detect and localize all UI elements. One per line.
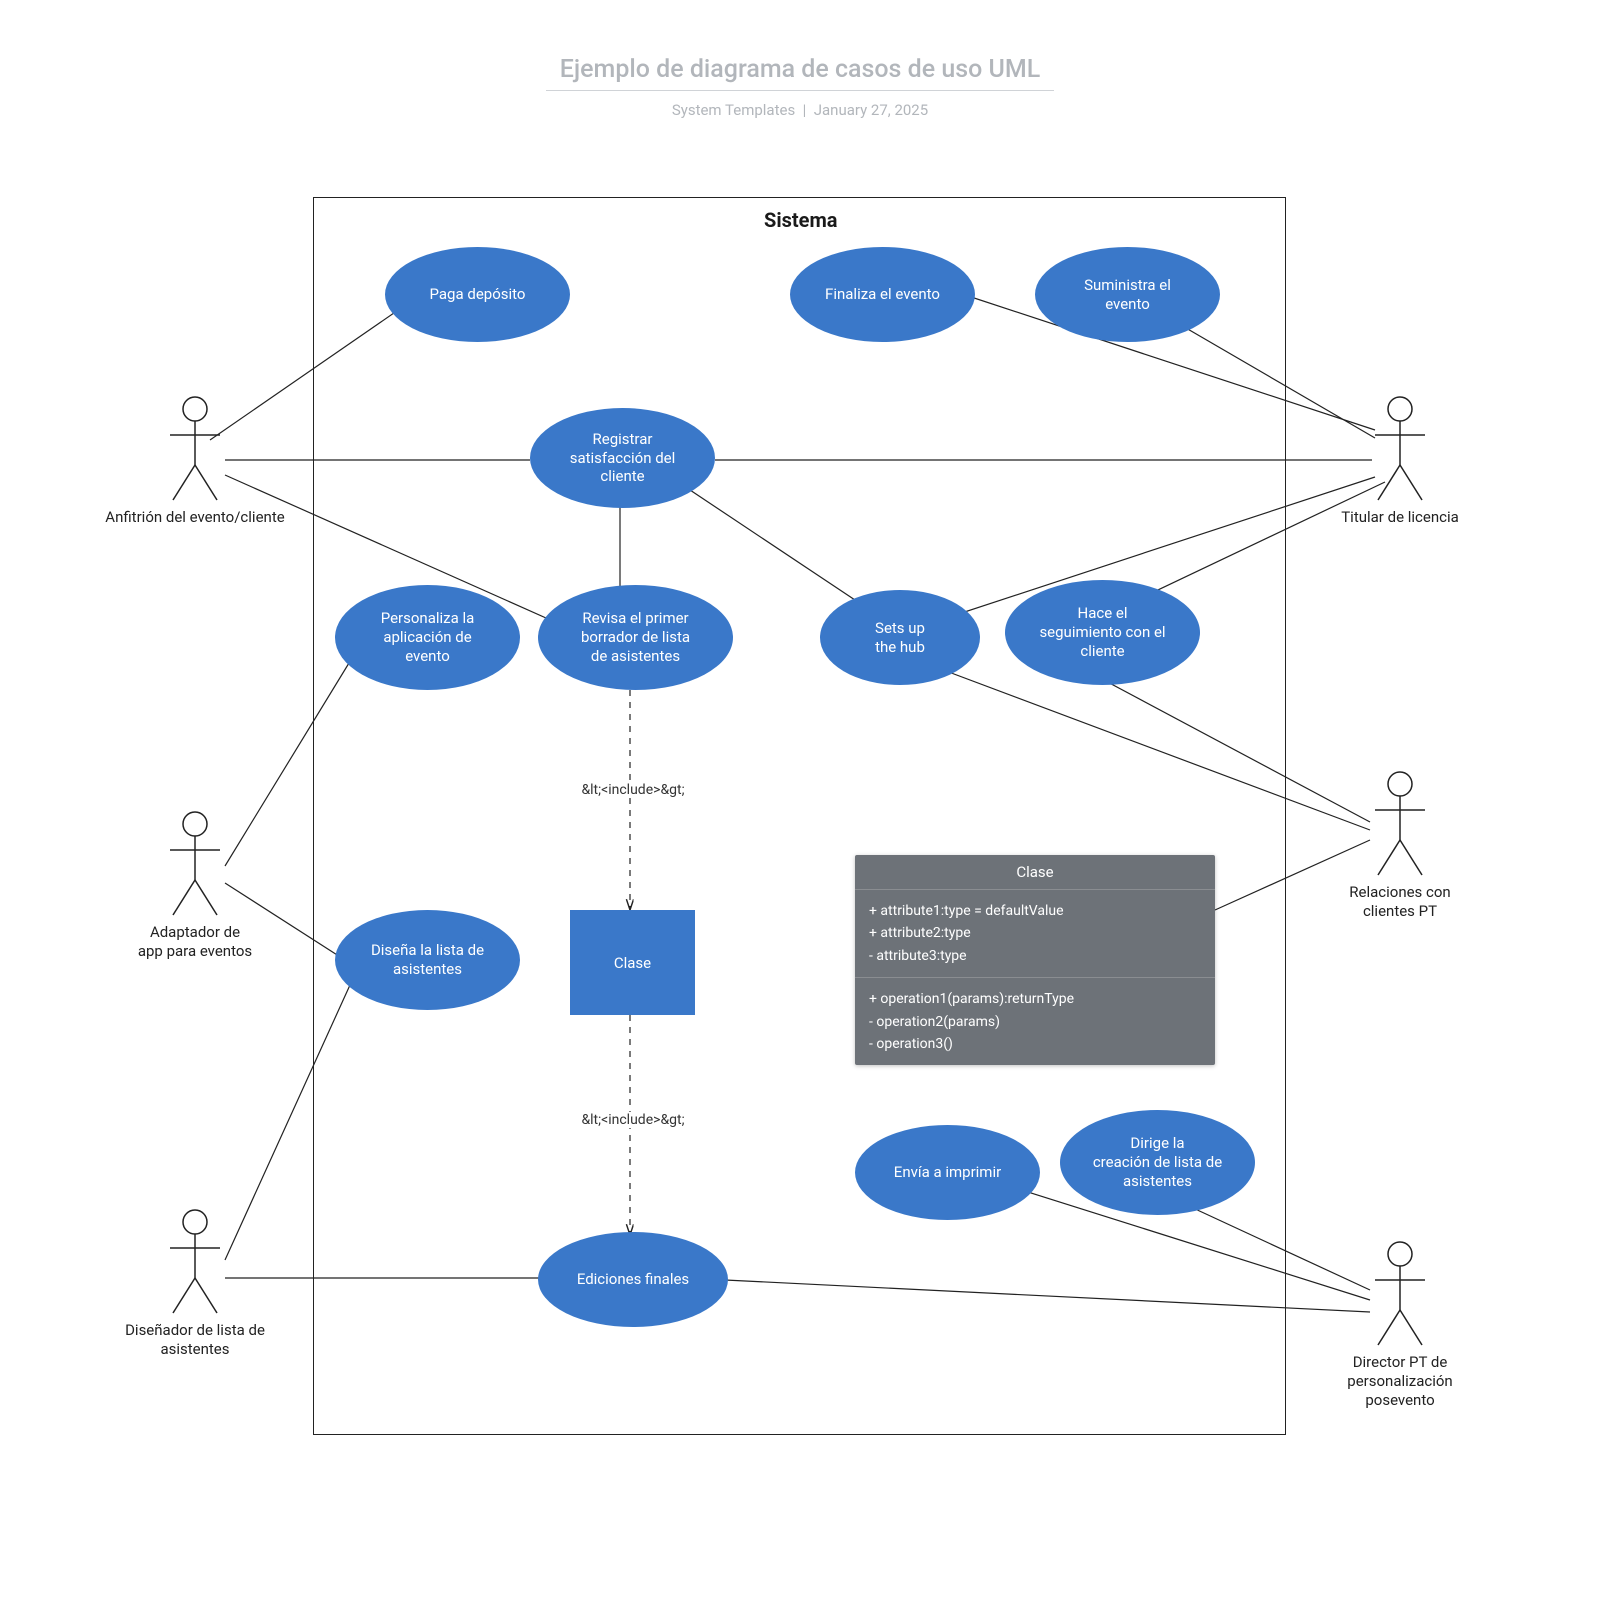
actor-licensee-label: Titular de licencia xyxy=(1300,508,1500,527)
actor-designer-label: Diseñador de lista deasistentes xyxy=(75,1321,315,1359)
system-boundary xyxy=(313,197,1286,1435)
uml-class-title: Clase xyxy=(855,855,1215,890)
actor-director[interactable] xyxy=(1370,1240,1430,1370)
uml-class-box[interactable]: Clase + attribute1:type = defaultValue +… xyxy=(855,855,1215,1065)
usecase-customize-app[interactable]: Personaliza laaplicación deevento xyxy=(335,585,520,690)
actor-adapter-label: Adaptador deapp para eventos xyxy=(85,923,305,961)
usecase-pay-deposit[interactable]: Paga depósito xyxy=(385,247,570,342)
usecase-finalize-event[interactable]: Finaliza el evento xyxy=(790,247,975,342)
actor-designer[interactable] xyxy=(165,1208,225,1338)
actor-director-label: Director PT depersonalizaciónposevento xyxy=(1300,1353,1500,1409)
system-title: Sistema xyxy=(764,208,837,232)
usecase-follow-up[interactable]: Hace elseguimiento con elcliente xyxy=(1005,580,1200,685)
usecase-review-draft[interactable]: Revisa el primerborrador de listade asis… xyxy=(538,585,733,690)
uml-class-attributes: + attribute1:type = defaultValue + attri… xyxy=(855,890,1215,978)
actor-licensee[interactable] xyxy=(1370,395,1430,525)
uml-op: + operation1(params):returnType xyxy=(869,988,1201,1010)
usecase-design-list[interactable]: Diseña la lista deasistentes xyxy=(335,910,520,1010)
uml-class-operations: + operation1(params):returnType - operat… xyxy=(855,978,1215,1065)
actor-adapter[interactable] xyxy=(165,810,225,940)
include-label: &lt;<include>&gt; xyxy=(579,782,686,798)
actor-crm-label: Relaciones conclientes PT xyxy=(1300,883,1500,921)
usecase-register-satisfaction[interactable]: Registrarsatisfacción delcliente xyxy=(530,408,715,508)
usecase-final-editions[interactable]: Ediciones finales xyxy=(538,1232,728,1327)
diagram-canvas: Sistema Paga depósito Finaliza el evento… xyxy=(0,0,1600,1600)
actor-crm[interactable] xyxy=(1370,770,1430,900)
uml-attr: + attribute1:type = defaultValue xyxy=(869,900,1201,922)
usecase-supply-event[interactable]: Suministra elevento xyxy=(1035,247,1220,342)
usecase-direct-creation[interactable]: Dirige lacreación de lista deasistentes xyxy=(1060,1110,1255,1215)
class-node[interactable]: Clase xyxy=(570,910,695,1015)
usecase-send-print[interactable]: Envía a imprimir xyxy=(855,1125,1040,1220)
uml-attr: - attribute3:type xyxy=(869,945,1201,967)
uml-op: - operation2(params) xyxy=(869,1011,1201,1033)
actor-host-label: Anfitrión del evento/cliente xyxy=(75,508,315,527)
include-label: &lt;<include>&gt; xyxy=(579,1112,686,1128)
usecase-setup-hub[interactable]: Sets upthe hub xyxy=(820,590,980,685)
uml-op: - operation3() xyxy=(869,1033,1201,1055)
uml-attr: + attribute2:type xyxy=(869,922,1201,944)
actor-host[interactable] xyxy=(165,395,225,525)
